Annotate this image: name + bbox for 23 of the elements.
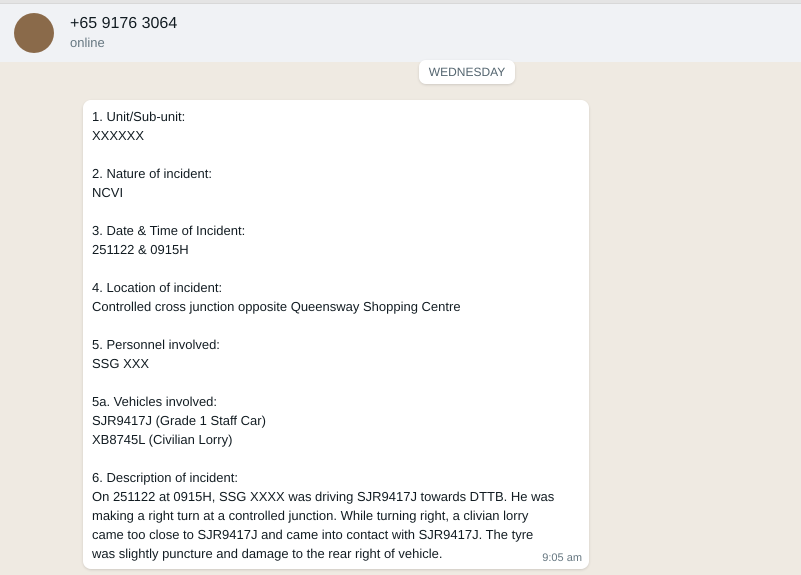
section-heading: 5. Personnel involved: xyxy=(92,336,220,354)
message-line: 251122 & 0915H xyxy=(92,241,189,259)
section-heading: 3. Date & Time of Incident: xyxy=(92,222,246,240)
message-line: came too close to SJR9417J and came into contact with SJR9417J. The tyre xyxy=(92,526,534,544)
message-line: making a right turn at a controlled junction. While turning right, a clivian lorry xyxy=(92,507,528,525)
message-line: was slightly puncture and damage to the rear right of vehicle. xyxy=(92,545,442,563)
contact-status: online xyxy=(70,34,106,52)
message-line: NCVI xyxy=(92,184,124,202)
avatar[interactable] xyxy=(14,13,54,53)
message-line: XXXXXX xyxy=(92,127,144,145)
section-heading: 2. Nature of incident: xyxy=(92,165,212,183)
message-time: 9:05 am xyxy=(542,551,582,565)
message-line: SJR9417J (Grade 1 Staff Car) xyxy=(92,412,266,430)
message-line: Controlled cross junction opposite Queensway Shopping Centre xyxy=(92,298,461,316)
contact-name: +65 9176 3064 xyxy=(70,14,178,34)
message-line: On 251122 at 0915H, SSG XXXX was driving SJR9417J towards DTTB. He was xyxy=(92,488,554,506)
date-divider: WEDNESDAY xyxy=(418,60,516,84)
section-heading: 6. Description of incident: xyxy=(92,469,238,487)
section-heading: 1. Unit/Sub-unit: xyxy=(92,108,186,126)
section-heading: 4. Location of incident: xyxy=(92,279,222,297)
section-heading: 5a. Vehicles involved: xyxy=(92,393,218,411)
message-line: SSG XXX xyxy=(92,355,150,373)
message-line: XB8745L (Civilian Lorry) xyxy=(92,431,232,449)
